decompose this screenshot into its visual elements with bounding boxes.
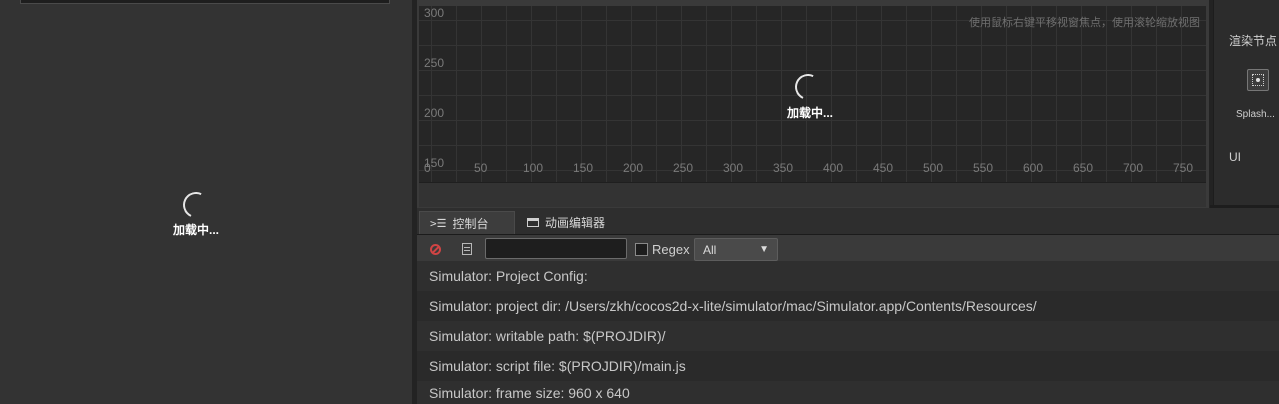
scene-status-bar (419, 182, 1206, 207)
render-node-title: 渲染节点 (1229, 34, 1278, 48)
x-axis-label: 150 (573, 161, 594, 175)
node-label[interactable]: Splash... (1236, 109, 1275, 120)
x-axis-label: 450 (873, 161, 894, 175)
y-axis-label: 300 (424, 6, 445, 20)
right-panel: 渲染节点 Splash... UI (1213, 0, 1279, 208)
log-line: Simulator: script file: $(PROJDIR)/main.… (417, 351, 1279, 381)
log-line: Simulator: Project Config: (417, 261, 1279, 291)
dropdown-arrow-icon: ▼ (759, 244, 769, 255)
ui-section-label: UI (1229, 150, 1241, 164)
x-axis-label: 300 (723, 161, 744, 175)
x-axis-label: 500 (923, 161, 944, 175)
regex-checkbox[interactable] (635, 243, 648, 256)
left-panel-header (20, 0, 390, 4)
x-axis-label: 50 (474, 161, 488, 175)
file-icon[interactable] (462, 243, 472, 255)
left-loading-text: 加载中... (173, 223, 220, 237)
x-axis-label: 650 (1073, 161, 1094, 175)
x-axis-label: 700 (1123, 161, 1144, 175)
x-axis-label: 550 (973, 161, 994, 175)
animation-icon (527, 218, 539, 227)
scene-view[interactable]: 300 250 200 150 0 50 100 150 200 250 300… (419, 6, 1206, 182)
x-axis-label: 750 (1173, 161, 1194, 175)
y-axis-label: 200 (424, 106, 445, 120)
node-icon[interactable] (1247, 69, 1269, 91)
tab-animation-editor[interactable]: 动画编辑器 (517, 211, 621, 234)
x-axis-label: 250 (673, 161, 694, 175)
log-line: Simulator: writable path: $(PROJDIR)/ (417, 321, 1279, 351)
log-line: Simulator: frame size: 960 x 640 (417, 381, 1279, 404)
x-axis-label: 350 (773, 161, 794, 175)
log-level-select[interactable]: All ▼ (694, 238, 778, 261)
filter-input[interactable] (485, 238, 627, 259)
x-axis-label: 400 (823, 161, 844, 175)
x-axis-label: 100 (523, 161, 544, 175)
x-axis-label: 600 (1023, 161, 1044, 175)
tab-console[interactable]: >☰ 控制台 (419, 211, 515, 234)
y-axis-label: 250 (424, 56, 445, 70)
x-axis-label: 200 (623, 161, 644, 175)
scene-hint-text: 使用鼠标右键平移视窗焦点，使用滚轮缩放视图 (969, 17, 1200, 29)
log-line: Simulator: project dir: /Users/zkh/cocos… (417, 291, 1279, 321)
console-icon: >☰ (430, 216, 447, 230)
clear-icon[interactable] (430, 244, 441, 255)
scene-loading-text: 加载中... (787, 106, 834, 120)
x-axis-label: 0 (424, 161, 431, 175)
regex-label: Regex (652, 242, 690, 257)
